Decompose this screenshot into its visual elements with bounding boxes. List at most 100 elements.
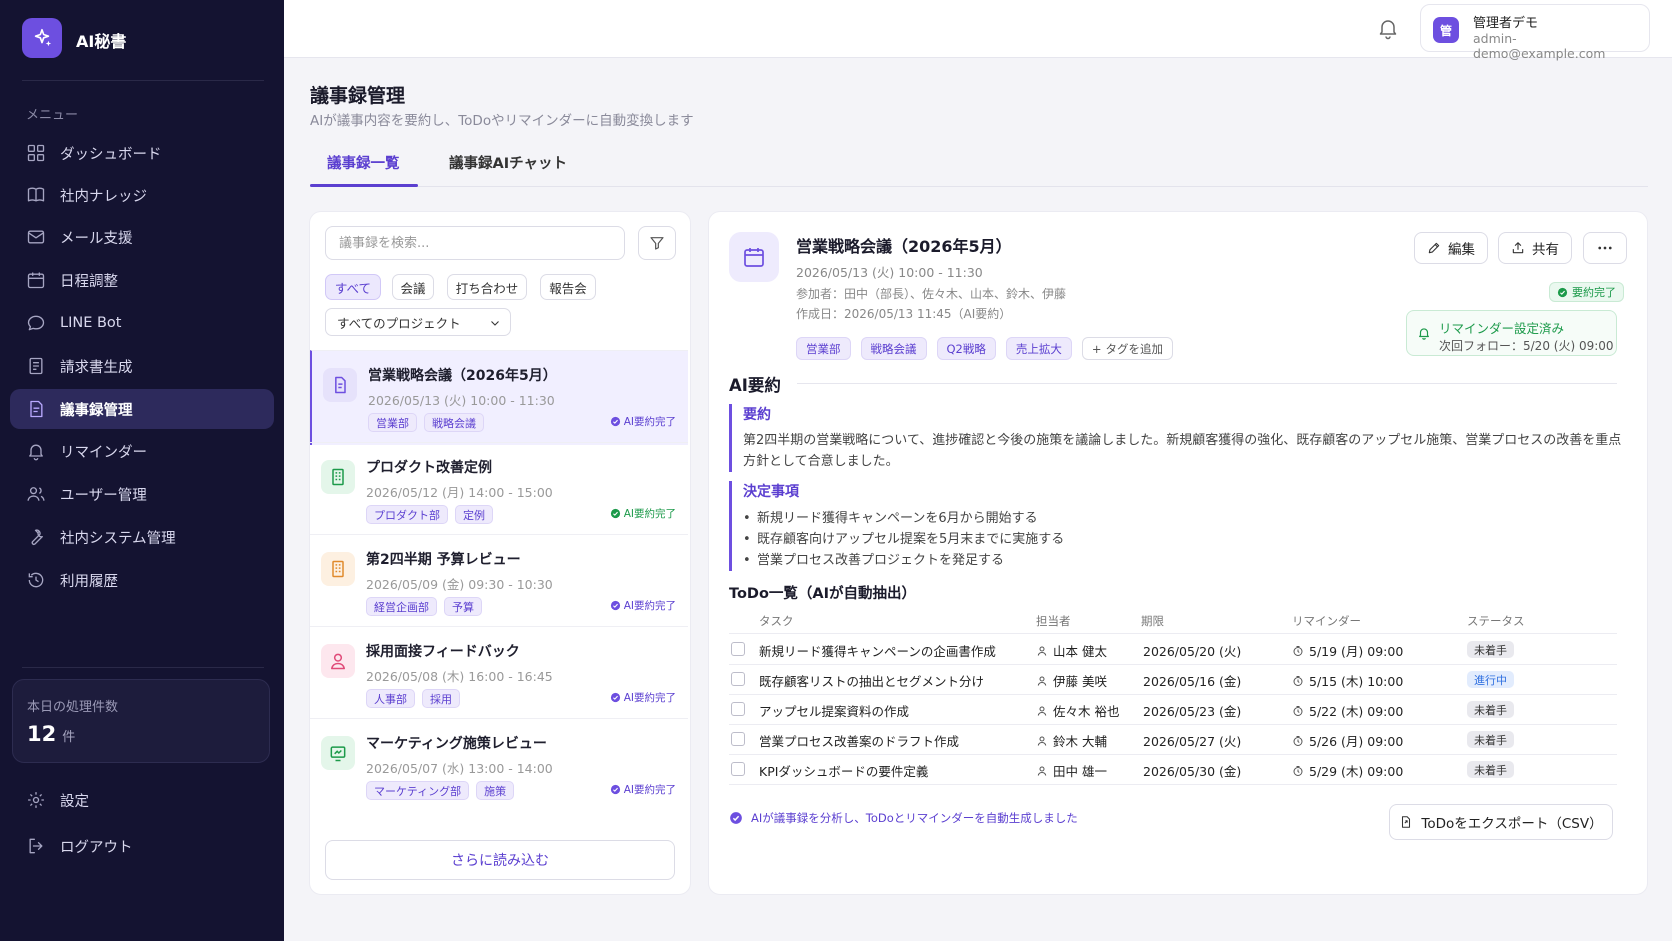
calendar-icon — [744, 248, 764, 267]
edit-button[interactable]: 編集 — [1414, 232, 1488, 264]
sidebar-divider — [22, 80, 264, 81]
list-item-icon-box — [323, 368, 357, 402]
tab-minutes-list[interactable]: 議事録一覧 — [327, 152, 400, 173]
decision-item: 営業プロセス改善プロジェクトを発足する — [743, 550, 1064, 571]
clock-icon — [1293, 675, 1303, 686]
sidebar-item-dashboard[interactable]: ダッシュボード — [10, 134, 274, 172]
reminder-status-box[interactable]: リマインダー設定済み 次回フォロー：5/20 (火) 09:00 — [1406, 310, 1617, 356]
history-icon — [28, 572, 44, 588]
filter-button[interactable] — [638, 226, 676, 260]
todo-reminder: 5/22 (木) 09:00 — [1292, 701, 1403, 720]
table-row: KPIダッシュボードの要件定義 田中 雄一 2026/05/30 (金) 5/2… — [729, 754, 1617, 784]
stats-unit: 件 — [62, 730, 76, 745]
sidebar-item-label: メール支援 — [60, 230, 133, 247]
list-item[interactable]: 採用面接フィードバック 2026/05/08 (木) 16:00 - 16:45… — [310, 626, 688, 721]
list-item[interactable]: 第2四半期 予算レビュー 2026/05/09 (金) 09:30 - 10:3… — [310, 534, 688, 629]
status-badge[interactable]: 未着手 — [1467, 731, 1514, 748]
more-options-button[interactable] — [1583, 232, 1627, 264]
table-row: 営業プロセス改善案のドラフト作成 鈴木 大輔 2026/05/27 (火) 5/… — [729, 724, 1617, 754]
ai-status-label: AI要約完了 — [623, 784, 676, 796]
list-item[interactable]: プロダクト改善定例 2026/05/12 (月) 14:00 - 15:00 プ… — [310, 442, 688, 537]
invoice-icon — [29, 357, 43, 375]
tag: 人事部 — [366, 689, 415, 708]
edit-label: 編集 — [1448, 242, 1475, 258]
column-header-status: ステータス — [1467, 614, 1525, 628]
sidebar: AI秘書 メニュー ダッシュボード 社内ナレッジ メール支援 日程調整 LINE… — [0, 0, 284, 941]
list-item[interactable]: マーケティング施策レビュー 2026/05/07 (水) 13:00 - 14:… — [310, 718, 688, 813]
tag[interactable]: Q2戦略 — [936, 337, 996, 360]
app-logo[interactable] — [22, 18, 62, 58]
detail-title: 営業戦略会議（2026年5月） — [796, 237, 1012, 256]
sidebar-item-minutes[interactable]: 議事録管理 — [10, 389, 274, 429]
book-icon — [27, 187, 45, 202]
todo-checkbox[interactable] — [731, 732, 745, 746]
person-icon — [1037, 736, 1047, 746]
status-badge[interactable]: 未着手 — [1467, 641, 1514, 658]
check-circle-icon — [1557, 287, 1568, 297]
sidebar-item-settings[interactable]: 設定 — [10, 781, 274, 819]
tag: 採用 — [422, 689, 460, 708]
status-badge[interactable]: 未着手 — [1467, 701, 1514, 718]
sidebar-item-schedule[interactable]: 日程調整 — [10, 261, 274, 299]
sidebar-item-system[interactable]: 社内システム管理 — [10, 518, 274, 556]
reminder-next: 次回フォロー：5/20 (火) 09:00 — [1439, 339, 1614, 353]
gear-icon — [28, 792, 44, 808]
calendar-icon — [27, 272, 45, 289]
tag[interactable]: 営業部 — [796, 337, 851, 360]
todo-task: アップセル提案資料の作成 — [759, 704, 910, 719]
todo-checkbox[interactable] — [731, 762, 745, 776]
sidebar-item-knowledge[interactable]: 社内ナレッジ — [10, 176, 274, 214]
tag: 施策 — [476, 781, 515, 800]
section-divider — [797, 383, 1617, 384]
share-button[interactable]: 共有 — [1498, 232, 1572, 264]
todo-checkbox[interactable] — [731, 672, 745, 686]
logout-button[interactable]: ログアウト — [10, 827, 274, 865]
column-header-reminder: リマインダー — [1292, 614, 1361, 628]
sidebar-item-mail[interactable]: メール支援 — [10, 218, 274, 256]
person-icon — [1037, 646, 1047, 656]
todo-checkbox[interactable] — [731, 642, 745, 656]
person-icon — [1037, 706, 1047, 716]
top-bar: 管 管理者デモ admin-demo@example.com — [284, 0, 1672, 61]
status-badge[interactable]: 未着手 — [1467, 761, 1514, 778]
sidebar-item-users[interactable]: ユーザー管理 — [10, 475, 274, 513]
list-item[interactable]: 営業戦略会議（2026年5月） 2026/05/13 (火) 10:00 - 1… — [310, 350, 688, 445]
detail-created: 作成日：2026/05/13 11:45（AI要約） — [796, 307, 1012, 321]
filter-chip-all[interactable]: すべて — [325, 274, 381, 300]
status-badge[interactable]: 進行中 — [1467, 671, 1514, 688]
tag: 戦略会議 — [424, 413, 484, 432]
user-menu[interactable]: 管 管理者デモ admin-demo@example.com — [1420, 4, 1650, 61]
tabs-divider — [310, 186, 1648, 187]
list-item-date: 2026/05/08 (木) 16:00 - 16:45 — [366, 669, 553, 684]
tab-minutes-ai-chat[interactable]: 議事録AIチャット — [449, 152, 567, 173]
load-more-button[interactable]: さらに読み込む — [325, 840, 675, 880]
minutes-detail-panel: 営業戦略会議（2026年5月） 2026/05/13 (火) 10:00 - 1… — [708, 211, 1648, 895]
todo-reminder: 5/29 (木) 09:00 — [1292, 761, 1403, 780]
project-select[interactable]: すべてのプロジェクト — [325, 308, 511, 336]
daily-stats-card: 本日の処理件数 12 件 — [12, 679, 270, 763]
sidebar-item-label: 社内システム管理 — [60, 530, 176, 547]
filter-icon — [650, 237, 664, 250]
list-item-tags: 人事部 採用 — [366, 689, 460, 708]
users-icon — [27, 487, 45, 501]
export-csv-button[interactable]: ToDoをエクスポート（CSV） — [1389, 804, 1613, 840]
ai-footnote-text: AIが議事録を分析し、ToDoとリマインダーを自動生成しました — [751, 811, 1078, 825]
sidebar-item-reminder[interactable]: リマインダー — [10, 432, 274, 470]
stats-label: 本日の処理件数 — [27, 700, 119, 715]
decision-item: 新規リード獲得キャンペーンを6月から開始する — [743, 508, 1064, 529]
filter-chip-report[interactable]: 報告会 — [540, 274, 596, 300]
sidebar-item-invoice[interactable]: 請求書生成 — [10, 347, 274, 385]
add-tag-button[interactable]: + タグを追加 — [1081, 337, 1174, 360]
search-input[interactable] — [325, 226, 625, 260]
filter-chip-meeting[interactable]: 会議 — [392, 274, 434, 300]
filter-chip-discussion[interactable]: 打ち合わせ — [447, 274, 527, 300]
sidebar-item-history[interactable]: 利用履歴 — [10, 561, 274, 599]
tag[interactable]: 売上拡大 — [1005, 337, 1072, 360]
todo-checkbox[interactable] — [731, 702, 745, 716]
decisions-heading: 決定事項 — [743, 484, 799, 500]
document-icon — [335, 376, 346, 394]
list-item-title: 営業戦略会議（2026年5月） — [368, 368, 557, 384]
tag[interactable]: 戦略会議 — [860, 337, 927, 360]
sidebar-item-line-bot[interactable]: LINE Bot — [10, 304, 274, 342]
notification-button[interactable] — [1376, 16, 1400, 40]
